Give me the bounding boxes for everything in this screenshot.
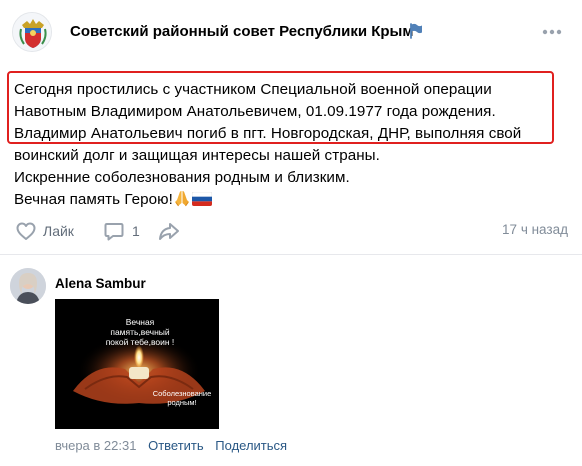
post-text-line-last: Вечная память Герою!	[14, 189, 566, 211]
post-header: Советский районный совет Республики Крым	[12, 12, 572, 52]
post-text-line: Владимир Анатольевич погиб в пгт. Новгор…	[14, 125, 522, 142]
post-text: Сегодня простились с участником Специаль…	[14, 79, 566, 211]
comment-attachment-photo[interactable]: Вечная память,вечный покой тебе,воин ! С…	[55, 299, 219, 429]
coat-of-arms-icon	[13, 13, 51, 51]
community-name[interactable]: Советский районный совет Республики Крым	[70, 23, 413, 40]
post-actions: Лайк 1 17 ч назад	[12, 219, 572, 243]
post-text-line: Вечная память Герою!	[14, 191, 173, 208]
like-label: Лайк	[43, 223, 74, 239]
share-link[interactable]: Поделиться	[215, 438, 287, 453]
more-horizontal-icon[interactable]	[540, 20, 564, 44]
avatar-photo	[10, 268, 46, 304]
heart-icon	[16, 222, 36, 240]
photo-caption-bottom: Соболезнование родным!	[152, 389, 212, 407]
comment-icon	[104, 223, 124, 241]
flag-icon	[410, 23, 422, 39]
reply-link[interactable]: Ответить	[148, 438, 204, 453]
share-button[interactable]	[156, 219, 182, 243]
divider	[0, 254, 582, 255]
comment-author-avatar[interactable]	[10, 268, 46, 304]
comment-button[interactable]: 1	[102, 219, 140, 243]
community-avatar[interactable]	[12, 12, 52, 52]
like-button[interactable]: Лайк	[14, 219, 74, 243]
comment-author[interactable]: Alena Sambur	[55, 276, 146, 291]
russian-flag-icon	[191, 192, 212, 206]
comment-count: 1	[132, 223, 140, 239]
share-icon	[159, 223, 179, 240]
photo-caption-top: Вечная память,вечный покой тебе,воин !	[105, 317, 175, 347]
post-text-line: Навотным Владимиром Анатольевичем, 01.09…	[14, 103, 496, 120]
post-text-line: Искренние соболезнования родным и близки…	[14, 169, 350, 186]
post-text-line: воинский долг и защищая интересы нашей с…	[14, 147, 380, 164]
comment-meta: вчера в 22:31 Ответить Поделиться	[55, 438, 287, 453]
post-text-line: Сегодня простились с участником Специаль…	[14, 81, 492, 98]
comment-time[interactable]: вчера в 22:31	[55, 438, 136, 453]
folded-hands-icon	[174, 191, 189, 207]
wall-post: Советский районный совет Республики Крым…	[0, 0, 582, 466]
post-time[interactable]: 17 ч назад	[502, 222, 568, 237]
